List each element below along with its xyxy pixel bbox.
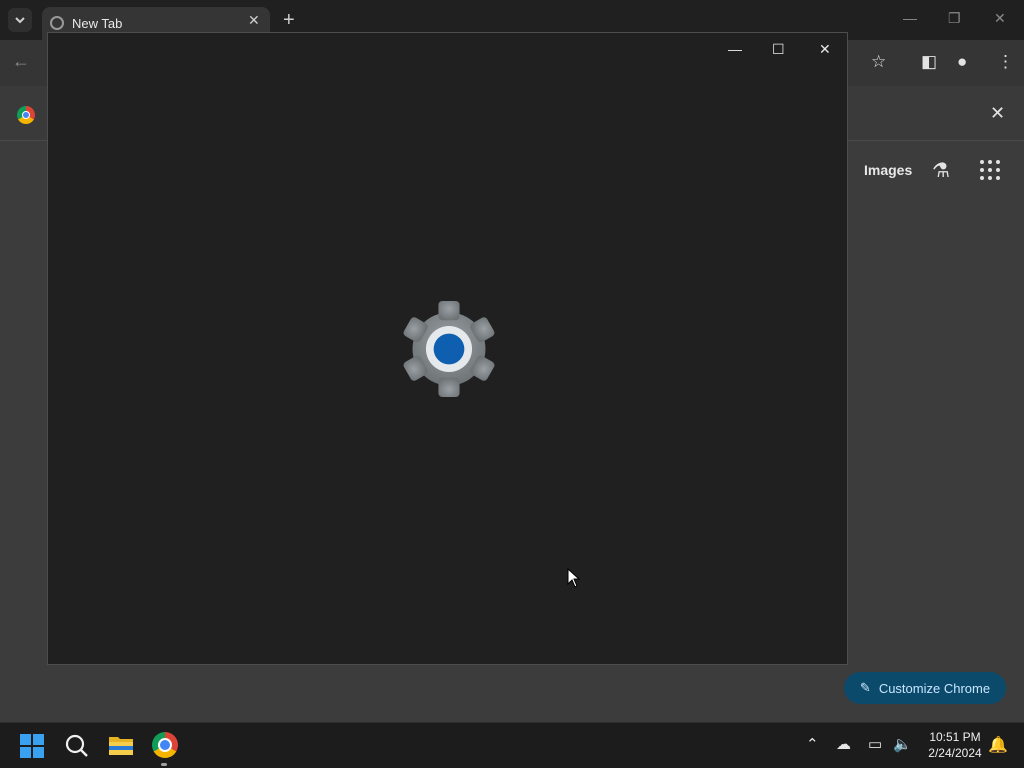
labs-flask-icon[interactable]: ⚗ (932, 158, 950, 183)
images-link[interactable]: Images (864, 162, 912, 178)
tray-chevron-up-icon[interactable]: ⌃ (806, 735, 819, 753)
taskbar: ⌃ ☁ ▭ 🔈 10:51 PM 2/24/2024 🔔 (0, 722, 1024, 768)
clock-time: 10:51 PM (929, 730, 981, 744)
windows-start-icon[interactable] (20, 734, 44, 758)
bookmark-star-icon[interactable]: ☆ (871, 52, 886, 72)
google-apps-grid-icon[interactable] (980, 160, 1000, 180)
chrome-favicon-icon (50, 16, 64, 30)
clock-date: 2/24/2024 (928, 746, 982, 760)
network-icon[interactable]: ▭ (868, 735, 882, 753)
customize-chrome-button[interactable]: ✎ Customize Chrome (844, 672, 1006, 704)
side-panel-close-icon[interactable]: ✕ (990, 103, 1005, 124)
back-arrow-icon[interactable]: ← (12, 51, 30, 72)
new-tab-button[interactable]: + (283, 8, 295, 32)
chrome-taskbar-icon[interactable] (152, 732, 178, 758)
customize-chrome-label: Customize Chrome (878, 680, 991, 696)
window-minimize-button[interactable]: — (903, 10, 917, 26)
notification-bell-icon[interactable]: 🔔 (988, 735, 1008, 755)
side-panel-icon[interactable]: ◧ (921, 52, 937, 72)
profile-icon[interactable]: ● (957, 52, 967, 72)
gear-icon (403, 301, 495, 397)
settings-close-button[interactable]: ✕ (819, 41, 831, 58)
menu-kebab-icon[interactable]: ⋮ (997, 52, 1014, 72)
tab-search-button[interactable] (8, 8, 32, 32)
window-close-button[interactable]: ✕ (994, 10, 1006, 27)
onedrive-cloud-icon[interactable]: ☁ (836, 735, 851, 753)
mouse-cursor-icon (567, 568, 581, 588)
search-icon[interactable] (64, 733, 90, 759)
settings-minimize-button[interactable]: — (728, 41, 742, 57)
tab-close-icon[interactable]: ✕ (248, 12, 260, 29)
window-restore-button[interactable]: ❐ (948, 10, 961, 27)
pencil-icon: ✎ (859, 680, 871, 695)
taskbar-clock[interactable]: 10:51 PM 2/24/2024 (920, 729, 990, 761)
tab-title: New Tab (72, 16, 123, 31)
volume-muted-icon[interactable]: 🔈 (893, 735, 912, 753)
settings-maximize-button[interactable]: ☐ (772, 41, 785, 58)
chrome-logo-icon (17, 106, 35, 124)
file-explorer-icon[interactable] (108, 734, 134, 756)
settings-window: — ☐ ✕ (47, 32, 848, 665)
running-indicator (161, 763, 167, 766)
chevron-down-icon (15, 17, 25, 24)
